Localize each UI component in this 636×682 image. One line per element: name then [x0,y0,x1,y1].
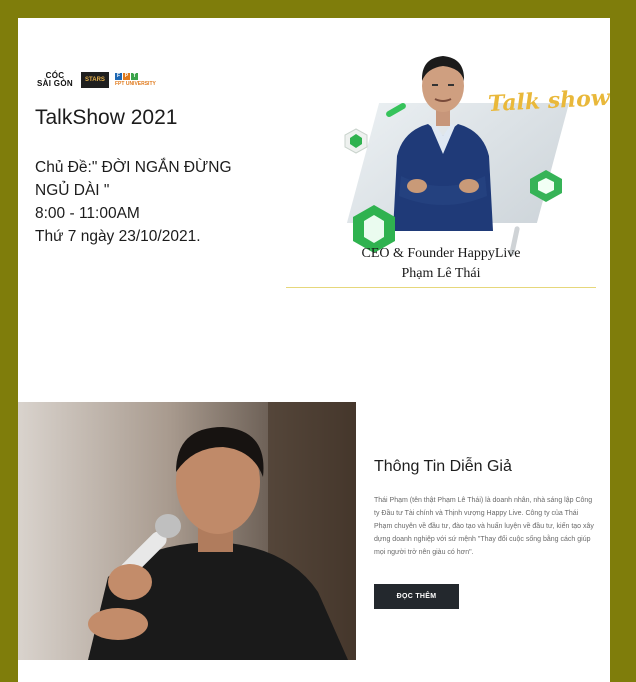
talkshow-poster: Talk show [323,28,610,258]
speaker-bio: Thái Phạm (tên thật Phạm Lê Thái) là doa… [374,497,594,556]
event-title: TalkShow 2021 [35,106,178,129]
topic-line-2: NGỦ DÀI " [35,182,110,199]
right-gem-icon [530,170,562,202]
stick-icon [386,103,406,117]
small-gem-icon [344,128,368,154]
talkshow-script-title: Talk show [487,84,610,118]
poster-caption: CEO & Founder HappyLive Phạm Lê Thái [286,244,596,284]
read-more-button[interactable]: ĐỌC THÊM [374,584,459,609]
speaker-portrait [393,56,493,231]
event-page: CÓC SÀI GÒN STARS F P T FPT UNIVERSITY T… [18,18,610,682]
caption-divider [286,287,596,288]
coc-saigon-logo: CÓC SÀI GÒN [37,71,73,88]
speaker-info-heading: Thông Tin Diễn Giả [374,458,512,475]
stars-logo: STARS [81,72,109,88]
fpt-university-logo: F P T FPT UNIVERSITY [115,72,156,87]
speaker-role: CEO & Founder HappyLive [361,246,521,261]
event-time: 8:00 - 11:00AM [35,205,140,222]
event-info: Chủ Đề:" ĐỜI NGẮN ĐỪNG NGỦ DÀI " 8:00 - … [35,156,265,248]
speaker-photo [18,402,356,660]
sponsor-logos: CÓC SÀI GÒN STARS F P T FPT UNIVERSITY [35,70,156,90]
speaker-name: Phạm Lê Thái [401,266,481,281]
event-date: Thứ 7 ngày 23/10/2021. [35,228,201,245]
topic-line-1: Chủ Đề:" ĐỜI NGẮN ĐỪNG [35,159,232,176]
frame-border [0,0,18,682]
